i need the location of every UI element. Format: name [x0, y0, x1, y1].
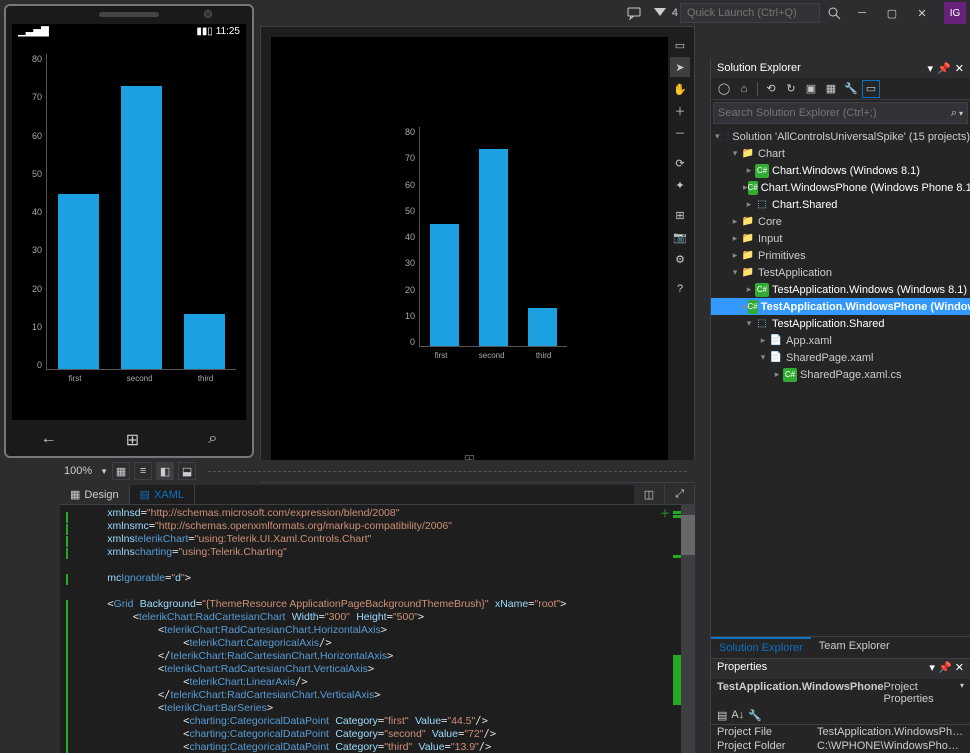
props-object-type: Project Properties — [884, 681, 960, 705]
tree-node[interactable]: ▾📄SharedPage.xaml — [711, 349, 970, 366]
home-icon[interactable]: ⌂ — [735, 80, 753, 98]
panel-pin-icon[interactable]: 📌 — [937, 62, 951, 75]
battery-icon: ▮▮▯ — [196, 26, 213, 37]
phone-emulator: ▁▃▅▇ ▮▮▯ 11:25 80706050403020100firstsec… — [4, 4, 254, 458]
zoom-in-icon[interactable]: ＋ — [670, 101, 690, 121]
editor-expand-icon[interactable]: ⤢ — [665, 485, 695, 504]
feedback-icon[interactable] — [622, 5, 646, 21]
back-icon[interactable]: ◯ — [715, 80, 733, 98]
tree-node[interactable]: ▾⬚TestApplication.Shared — [711, 315, 970, 332]
minimize-button[interactable]: ─ — [848, 2, 876, 24]
show-all-icon[interactable]: ▦ — [822, 80, 840, 98]
code-gutter — [60, 505, 78, 753]
camera-icon[interactable]: 📷 — [670, 227, 690, 247]
tab-xaml[interactable]: ▤ XAML — [130, 485, 195, 504]
property-row[interactable]: Project FileTestApplication.WindowsPhone… — [711, 725, 970, 739]
tree-node[interactable]: ▸C#Chart.Windows (Windows 8.1) — [711, 162, 970, 179]
notif-icon[interactable]: 4 — [648, 5, 678, 21]
alpha-sort-icon[interactable]: A↓ — [731, 709, 744, 722]
collapse-icon[interactable]: ▣ — [802, 80, 820, 98]
panel-title: Solution Explorer — [717, 62, 801, 74]
tab-solution-explorer[interactable]: Solution Explorer — [711, 637, 811, 658]
chart-preview-design: 80706050403020100firstsecondthird — [391, 127, 571, 367]
code-text[interactable]: xmlnsd="http://schemas.microsoft.com/exp… — [78, 505, 673, 753]
phone-camera — [204, 10, 212, 18]
tab-team-explorer[interactable]: Team Explorer — [811, 637, 898, 658]
tree-node[interactable]: ▾📁Chart — [711, 145, 970, 162]
tree-node[interactable]: ▸📁Core — [711, 213, 970, 230]
tree-node[interactable]: ▸C#Chart.WindowsPhone (Windows Phone 8.1… — [711, 179, 970, 196]
pointer-icon[interactable]: ➤ — [670, 57, 690, 77]
tree-node[interactable]: ▾📁TestApplication — [711, 264, 970, 281]
properties-icon[interactable]: 🔧 — [842, 80, 860, 98]
refresh-tree-icon[interactable]: ↻ — [782, 80, 800, 98]
editor-split-icon[interactable]: ◫ — [634, 485, 665, 504]
props-dropdown-icon[interactable]: ▾ — [929, 662, 935, 674]
grid-view-icon[interactable]: ▦ — [112, 462, 130, 480]
solution-explorer-panel: Solution Explorer ▾ 📌 ✕ ◯ ⌂ ⟲ ↻ ▣ ▦ 🔧 ▭ … — [710, 58, 970, 753]
phone-back-button[interactable]: ← — [41, 430, 57, 450]
solution-tree[interactable]: ▾⬚Solution 'AllControlsUniversalSpike' (… — [711, 126, 970, 636]
preview-icon[interactable]: ▭ — [862, 80, 880, 98]
search-icon[interactable]: ⌕ — [951, 107, 957, 120]
user-badge[interactable]: IG — [944, 2, 966, 24]
code-overview — [673, 505, 681, 753]
phone-time: 11:25 — [216, 26, 240, 37]
tree-node[interactable]: ▸C#TestApplication.Windows (Windows 8.1) — [711, 281, 970, 298]
help-icon[interactable]: ? — [670, 279, 690, 299]
props-object-name: TestApplication.WindowsPhone — [717, 681, 884, 705]
add-icon[interactable]: ＋ — [657, 505, 673, 521]
tree-node[interactable]: ▸⬚Chart.Shared — [711, 196, 970, 213]
tree-node[interactable]: ▸📁Input — [711, 230, 970, 247]
tree-node[interactable]: ▸📄App.xaml — [711, 332, 970, 349]
quick-launch-input[interactable] — [680, 3, 820, 23]
phone-search-button[interactable]: ⌕ — [208, 430, 217, 450]
design-surface: 80706050403020100firstsecondthird ⊞ ▭ ➤ … — [260, 26, 695, 483]
phone-home-button[interactable]: ⊞ — [126, 430, 139, 450]
props-pin-icon[interactable]: 📌 — [938, 662, 952, 674]
tree-node[interactable]: ▸C#TestApplication.WindowsPhone (Windows… — [711, 298, 970, 315]
maximize-button[interactable]: ▢ — [878, 2, 906, 24]
split-v-icon[interactable]: ⬓ — [178, 462, 196, 480]
code-editor: ▦ Design ▤ XAML ◫ ⤢ xmlnsd="http://schem… — [60, 485, 695, 753]
split-h-icon[interactable]: ◧ — [156, 462, 174, 480]
props-close-icon[interactable]: ✕ — [955, 662, 964, 674]
chart-preview-phone: 80706050403020100firstsecondthird — [18, 54, 240, 390]
list-view-icon[interactable]: ≡ — [134, 462, 152, 480]
solution-search-input[interactable] — [718, 107, 951, 119]
hand-icon[interactable]: ✋ — [670, 79, 690, 99]
settings-icon[interactable]: ⚙ — [670, 249, 690, 269]
solution-search[interactable]: ⌕▾ — [713, 102, 968, 124]
snap-icon[interactable]: ⊞ — [670, 205, 690, 225]
tab-design[interactable]: ▦ Design — [60, 485, 130, 504]
property-row[interactable]: Project FolderC:\WPHONE\WindowsPhone\Spi… — [711, 739, 970, 753]
tree-node[interactable]: ▸📁Primitives — [711, 247, 970, 264]
wrench-icon[interactable]: 🔧 — [748, 709, 762, 722]
zoom-percent[interactable]: 100% — [60, 465, 96, 477]
phone-statusbar: ▁▃▅▇ ▮▮▯ 11:25 — [12, 24, 246, 39]
refresh-icon[interactable]: ⟳ — [670, 153, 690, 173]
code-scrollbar[interactable] — [681, 505, 695, 753]
effects-icon[interactable]: ✦ — [670, 175, 690, 195]
close-button[interactable]: ✕ — [908, 2, 936, 24]
search-icon[interactable] — [822, 5, 846, 21]
sync-icon[interactable]: ⟲ — [762, 80, 780, 98]
categorize-icon[interactable]: ▤ — [717, 709, 727, 722]
signal-icon: ▁▃▅▇ — [18, 26, 49, 37]
design-toolbar: ▭ ➤ ✋ ＋ － ⟳ ✦ ⊞ 📷 ⚙ ? — [670, 35, 692, 299]
solution-root[interactable]: ▾⬚Solution 'AllControlsUniversalSpike' (… — [711, 128, 970, 145]
properties-panel: Properties ▾ 📌 ✕ TestApplication.Windows… — [711, 658, 970, 753]
tree-node[interactable]: ▸C#SharedPage.xaml.cs — [711, 366, 970, 383]
properties-title: Properties — [717, 661, 767, 677]
panel-close-icon[interactable]: ✕ — [955, 62, 964, 75]
zoom-out-icon[interactable]: － — [670, 123, 690, 143]
expand-icon[interactable]: ▭ — [670, 35, 690, 55]
panel-dropdown-icon[interactable]: ▾ — [928, 62, 934, 75]
phone-earpiece — [99, 12, 159, 17]
zoom-controls: 100% ▼ ▦ ≡ ◧ ⬓ — [60, 460, 695, 482]
